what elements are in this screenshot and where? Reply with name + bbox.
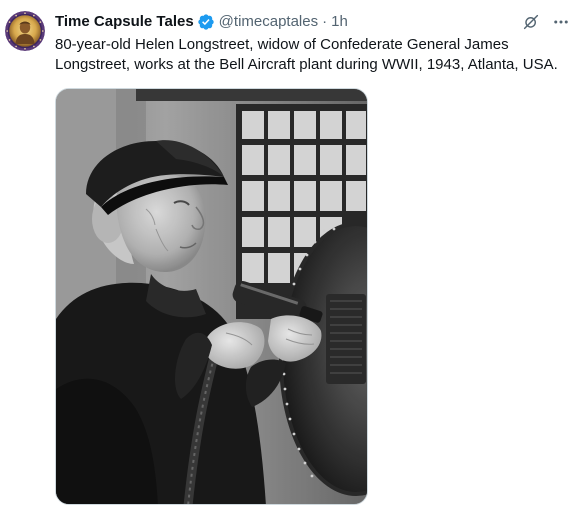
tweet-card[interactable]: Time Capsule Tales @timecaptales · 1h 80… [0,0,581,508]
grok-icon[interactable] [521,12,541,32]
factory-worker-photo [56,89,367,504]
tweet-timestamp[interactable]: 1h [331,12,348,32]
header-separator: · [322,13,328,30]
tweet-photo[interactable] [55,88,368,505]
tweet-actions [521,12,571,32]
tweet-text: 80-year-old Helen Longstreet, widow of C… [55,36,558,73]
portrait-medallion-avatar-icon [5,11,45,51]
verified-badge-icon[interactable] [197,13,215,31]
author-display-name[interactable]: Time Capsule Tales [55,12,194,32]
more-icon[interactable] [551,12,571,32]
author-handle[interactable]: @timecaptales [219,12,318,32]
avatar[interactable] [5,11,45,51]
tweet-header: Time Capsule Tales @timecaptales · 1h [55,12,348,32]
